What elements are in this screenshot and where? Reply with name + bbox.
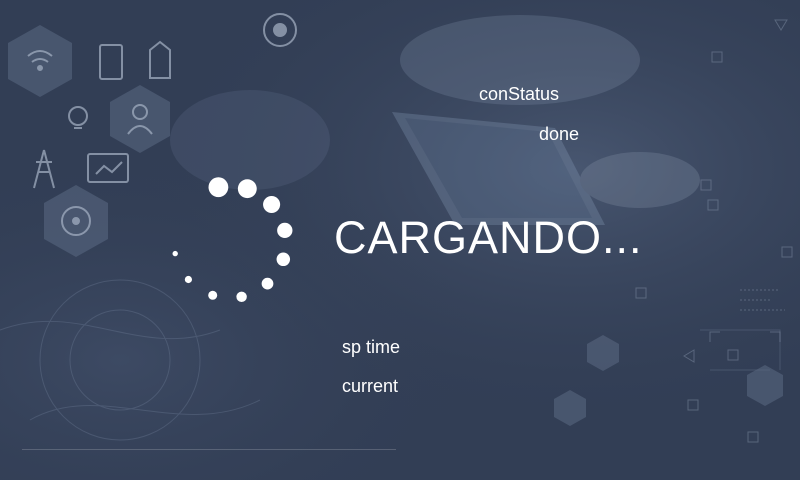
spinner-dot	[261, 277, 274, 290]
loading-spinner	[172, 177, 293, 303]
spinner-dot	[184, 275, 192, 284]
divider	[22, 449, 396, 450]
current-label: current	[342, 376, 399, 396]
spinner-dot	[263, 195, 281, 214]
loading-text: CARGANDO...	[334, 212, 643, 263]
spinner-dot	[172, 250, 178, 257]
con-status-label: conStatus	[479, 84, 560, 104]
spinner-dot	[236, 291, 247, 303]
spinner-dot	[208, 177, 229, 198]
loading-screen: conStatus done CARGANDO... sp time curre…	[0, 0, 800, 480]
spinner-dot	[237, 179, 257, 199]
con-status-value: done	[539, 124, 580, 144]
sp-time-label: sp time	[342, 337, 401, 357]
spinner-dot	[277, 222, 293, 239]
spinner-dot	[276, 252, 291, 267]
spinner-dot	[208, 290, 218, 300]
